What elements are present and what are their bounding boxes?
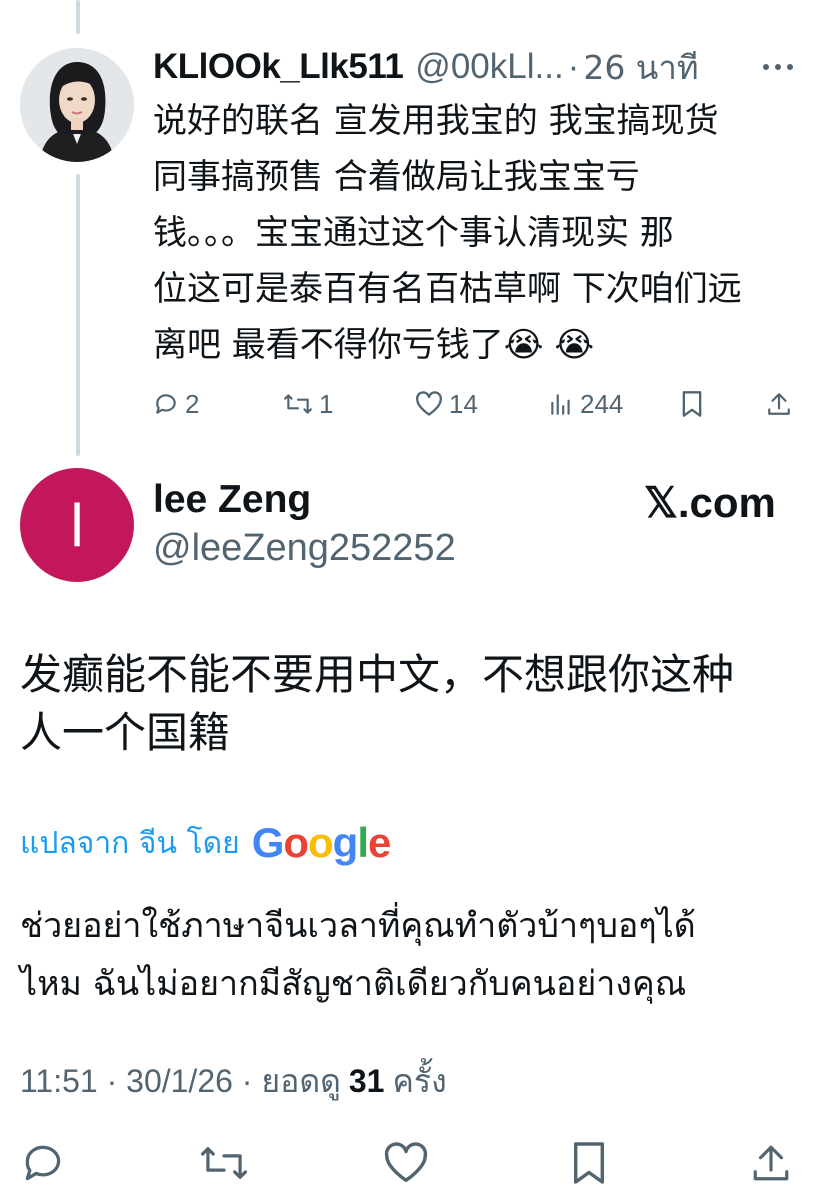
translated-text-line: ไหม ฉันไม่อยากมีสัญชาติเดียวกับคนอย่างคุ… bbox=[20, 964, 687, 1004]
reply-text: 说好的联名 宣发用我宝的 我宝搞现货 同事搞预售 合着做局让我宝宝亏 钱。。。宝… bbox=[153, 93, 783, 373]
display-name[interactable]: lee Zeng bbox=[153, 478, 311, 522]
translated-text-line: ช่วยอย่าใช้ภาษาจีนเวลาที่คุณทำตัวบ้าๆบอๆ… bbox=[20, 906, 696, 946]
like-icon bbox=[384, 1142, 428, 1182]
share-icon bbox=[768, 393, 790, 415]
tweet-text-line: 人一个国籍 bbox=[20, 708, 231, 757]
bookmark-button[interactable] bbox=[680, 382, 704, 426]
repost-button[interactable] bbox=[199, 1138, 249, 1188]
x-logo: 𝕏.com bbox=[644, 479, 776, 526]
reply-text-line: 离吧 最看不得你亏钱了😭 😭 bbox=[153, 325, 595, 365]
translation-attribution: แปลจาก จีน โดย Google bbox=[20, 815, 392, 871]
views-label: ยอดดู bbox=[261, 1062, 341, 1099]
tweet-text-line: 发癫能不能不要用中文，不想跟你这种 bbox=[20, 650, 735, 699]
share-button[interactable] bbox=[766, 382, 792, 426]
repost-icon bbox=[284, 394, 312, 414]
avatar[interactable] bbox=[20, 48, 134, 162]
reply-icon bbox=[25, 1145, 61, 1181]
like-button[interactable]: 14 bbox=[415, 382, 478, 426]
reply-text-line: 位这可是泰百有名百枯草啊 下次咱们远 bbox=[153, 269, 742, 309]
repost-button[interactable]: 1 bbox=[283, 382, 333, 426]
repost-icon bbox=[200, 1147, 248, 1179]
separator-dot: · bbox=[97, 1062, 127, 1099]
more-icon[interactable] bbox=[758, 50, 798, 84]
tweet-meta: 11:51 · 30/1/26 · ยอดดู 31 ครั้ง bbox=[20, 1056, 447, 1106]
post-time[interactable]: 11:51 bbox=[20, 1063, 98, 1100]
separator-dot: · bbox=[567, 47, 580, 86]
reply-icon bbox=[156, 394, 176, 414]
views-icon bbox=[551, 394, 570, 415]
translated-text: ช่วยอย่าใช้ภาษาจีนเวลาที่คุณทำตัวบ้าๆบอๆ… bbox=[20, 897, 800, 1013]
post-date[interactable]: 30/1/26 bbox=[126, 1063, 233, 1100]
views-count: 244 bbox=[580, 388, 624, 419]
share-icon bbox=[753, 1145, 789, 1181]
tweet-text: 发癫能不能不要用中文，不想跟你这种 人一个国籍 bbox=[20, 646, 800, 762]
separator-dot: · bbox=[232, 1062, 262, 1099]
reply-button[interactable] bbox=[18, 1138, 68, 1188]
bookmark-button[interactable] bbox=[564, 1138, 614, 1188]
thread-line-bottom bbox=[76, 174, 80, 456]
translate-link[interactable]: แปลจาก จีน โดย bbox=[20, 820, 240, 867]
like-count: 14 bbox=[449, 388, 478, 419]
views-suffix: ครั้ง bbox=[392, 1062, 447, 1099]
reply-text-line: 钱。。。宝宝通过这个事认清现实 那 bbox=[153, 213, 674, 253]
like-icon bbox=[416, 391, 442, 416]
handle[interactable]: @leeZeng252252 bbox=[153, 527, 456, 570]
repost-count: 1 bbox=[319, 388, 334, 419]
like-button[interactable] bbox=[381, 1138, 431, 1188]
reply-text-line: 说好的联名 宣发用我宝的 我宝搞现货 bbox=[153, 101, 719, 141]
timestamp[interactable]: 26 นาที bbox=[583, 41, 698, 94]
views-count[interactable]: 31 bbox=[349, 1063, 385, 1100]
bookmark-icon bbox=[682, 391, 702, 417]
reply-button[interactable]: 2 bbox=[153, 382, 199, 426]
avatar[interactable]: l bbox=[20, 468, 134, 582]
handle[interactable]: @00kLl... bbox=[415, 47, 563, 87]
reply-header: KLlOOk_Llk511 @00kLl... · 26 นาที bbox=[153, 44, 793, 90]
bookmark-icon bbox=[573, 1142, 605, 1184]
google-logo: Google bbox=[251, 819, 392, 866]
views-button[interactable]: 244 bbox=[548, 382, 623, 426]
reply-text-line: 同事搞预售 合着做局让我宝宝亏 bbox=[153, 157, 640, 197]
share-button[interactable] bbox=[746, 1138, 796, 1188]
thread-line-top bbox=[76, 0, 80, 34]
display-name[interactable]: KLlOOk_Llk511 bbox=[153, 47, 404, 87]
reply-count: 2 bbox=[185, 388, 200, 419]
